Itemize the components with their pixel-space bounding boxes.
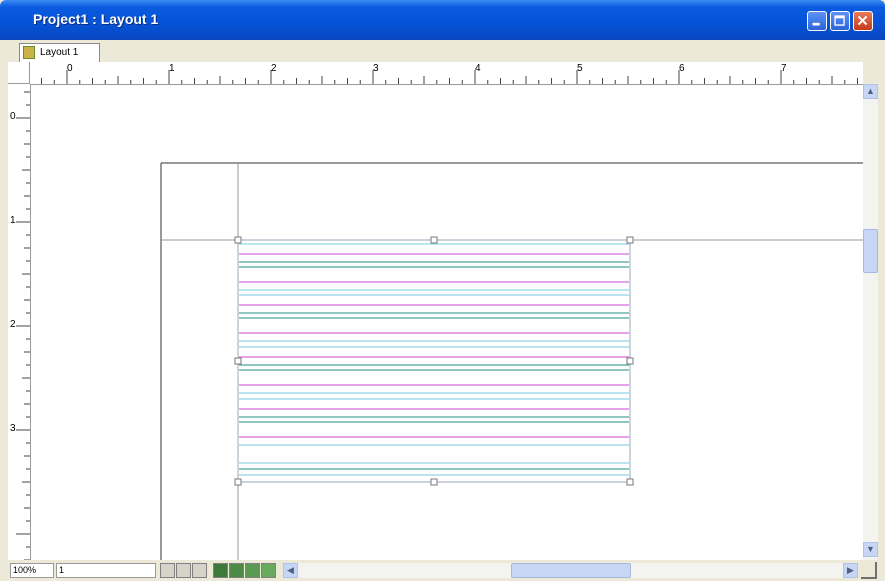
tab-layout-1[interactable]: Layout 1 xyxy=(19,43,100,62)
horizontal-scrollbar[interactable]: ◀ ▶ xyxy=(283,563,858,578)
ruler-label-h2: 2 xyxy=(271,63,277,74)
view-mode-button-3[interactable] xyxy=(245,563,260,578)
view-mode-button-2[interactable] xyxy=(229,563,244,578)
title-bar[interactable]: Project1 : Layout 1 xyxy=(0,0,885,40)
vertical-scrollbar[interactable]: ▲ ▼ xyxy=(863,84,878,560)
maximize-icon xyxy=(834,15,845,26)
handle-bottom-center[interactable] xyxy=(430,478,438,486)
ruler-label-h6: 6 xyxy=(679,63,685,74)
chevron-up-icon: ▲ xyxy=(866,86,875,96)
selection-frame[interactable] xyxy=(237,239,631,483)
scroll-left-button[interactable]: ◀ xyxy=(283,563,298,578)
window-title: Project1 : Layout 1 xyxy=(33,11,159,27)
vertical-ruler[interactable]: 0 1 2 3 xyxy=(8,84,31,560)
tab-label: Layout 1 xyxy=(40,47,79,58)
ruler-label-h4: 4 xyxy=(475,63,481,74)
zoom-level-field[interactable]: 100% xyxy=(10,563,54,578)
minimize-icon xyxy=(812,22,820,26)
chevron-left-icon: ◀ xyxy=(287,565,294,575)
ruler-label-h5: 5 xyxy=(577,63,583,74)
horizontal-scroll-thumb[interactable] xyxy=(511,563,631,578)
scroll-down-button[interactable]: ▼ xyxy=(863,542,878,557)
layout-icon xyxy=(23,46,35,59)
handle-bottom-right[interactable] xyxy=(626,478,634,486)
chevron-down-icon: ▼ xyxy=(866,544,875,554)
handle-top-left[interactable] xyxy=(234,236,242,244)
layout-canvas[interactable] xyxy=(31,85,863,560)
document-tab-strip: Layout 1 xyxy=(8,40,877,62)
ruler-corner xyxy=(8,62,30,84)
ruler-label-v0: 0 xyxy=(10,111,16,122)
handle-middle-left[interactable] xyxy=(234,357,242,365)
handle-top-right[interactable] xyxy=(626,236,634,244)
view-mode-button-1[interactable] xyxy=(213,563,228,578)
handle-top-center[interactable] xyxy=(430,236,438,244)
selection-handles[interactable] xyxy=(234,236,634,486)
view-mode-button-4[interactable] xyxy=(261,563,276,578)
vertical-scroll-thumb[interactable] xyxy=(863,229,878,273)
ruler-label-v1: 1 xyxy=(10,215,16,226)
ruler-label-h7: 7 xyxy=(781,63,787,74)
horizontal-ruler[interactable]: 0 1 2 3 4 5 6 7 xyxy=(30,62,863,85)
ruler-label-v3: 3 xyxy=(10,423,16,434)
horizontal-ruler-ticks xyxy=(41,70,858,84)
ruler-label-h0: 0 xyxy=(67,63,73,74)
chevron-right-icon: ▶ xyxy=(847,565,854,575)
close-button[interactable] xyxy=(853,11,873,31)
layout-drawing xyxy=(160,162,863,560)
layout-window: Project1 : Layout 1 Layout 1 0 1 2 3 4 5… xyxy=(0,0,885,581)
previous-page-button[interactable] xyxy=(176,563,191,578)
page-number-field[interactable]: 1 xyxy=(56,563,156,578)
next-page-button[interactable] xyxy=(192,563,207,578)
maximize-button[interactable] xyxy=(830,11,850,31)
bottom-status-bar: 100% 1 ◀ ▶ xyxy=(8,560,878,581)
handle-bottom-left[interactable] xyxy=(234,478,242,486)
minimize-button[interactable] xyxy=(807,11,827,31)
resize-grip[interactable] xyxy=(861,562,877,579)
close-icon xyxy=(857,15,868,26)
first-page-button[interactable] xyxy=(160,563,175,578)
ruler-label-h1: 1 xyxy=(169,63,175,74)
scroll-up-button[interactable]: ▲ xyxy=(863,84,878,99)
scroll-right-button[interactable]: ▶ xyxy=(843,563,858,578)
ruler-label-h3: 3 xyxy=(373,63,379,74)
handle-middle-right[interactable] xyxy=(626,357,634,365)
label-lines xyxy=(239,243,629,476)
ruler-label-v2: 2 xyxy=(10,319,16,330)
